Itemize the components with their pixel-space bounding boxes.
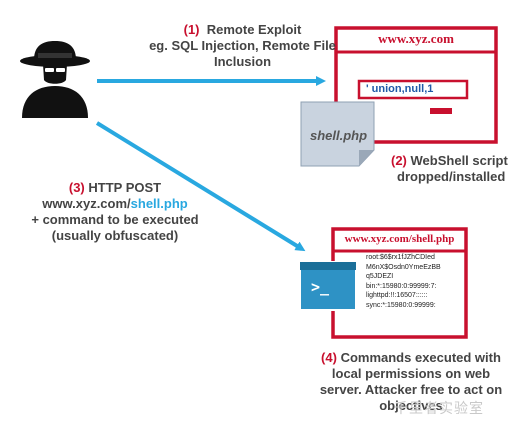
terminal-prompt: >_ (311, 278, 330, 296)
step1-number: (1) (183, 22, 200, 37)
step4-line2: local permissions on web (331, 366, 491, 381)
step3-url-prefix: www.xyz.com/ (42, 196, 131, 211)
submit-button (430, 108, 452, 114)
injection-payload: ' union,null,1 (366, 83, 434, 95)
step4-line1: Commands executed with (340, 350, 501, 365)
step4-line3: server. Attacker free to act on (319, 382, 503, 397)
browser2-url: www.xyz.com/shell.php (344, 233, 455, 245)
step2-number: (2) (391, 153, 407, 168)
step1-label: (1) Remote Exploit eg. SQL Injection, Re… (140, 22, 345, 70)
step2-line2: dropped/installed (397, 169, 506, 184)
output-line: q5JDEZI (366, 273, 394, 280)
step3-label: (3) HTTP POST www.xyz.com/shell.php + co… (4, 180, 226, 244)
output-line: bin:*:15980:0:99999:7: (366, 282, 437, 290)
step3-line4: (usually obfuscated) (51, 228, 179, 243)
output-line: lighttpd:!!:16507:::::: (366, 292, 428, 299)
hacker-icon (20, 41, 90, 118)
step2-line1: WebShell script (410, 153, 508, 168)
command-output: root:$6$rx1fJZhCDIed M6nX$Osdn0YmeEzBB q5J… (366, 253, 441, 310)
output-line: sync:*:15980:0:99999: (366, 301, 436, 309)
step4-number: (4) (321, 350, 337, 365)
step1-line3: Inclusion (213, 54, 272, 69)
step3-line3: + command to be executed (31, 212, 199, 227)
step1-line2: eg. SQL Injection, Remote File (149, 38, 336, 53)
watermark: 千里者实验室 (394, 401, 484, 417)
shell-file-label: shell.php (310, 128, 368, 143)
step3-line1: HTTP POST (88, 180, 162, 195)
browser1-url: www.xyz.com (378, 31, 454, 46)
step2-label: (2) WebShell script dropped/installed (391, 153, 526, 185)
step1-title: Remote Exploit (206, 22, 302, 37)
output-line: M6nX$Osdn0YmeEzBB (366, 263, 441, 271)
output-line: root:$6$rx1fJZhCDIed (366, 254, 435, 261)
step3-url-highlight: shell.php (130, 196, 188, 211)
step3-number: (3) (68, 180, 85, 195)
